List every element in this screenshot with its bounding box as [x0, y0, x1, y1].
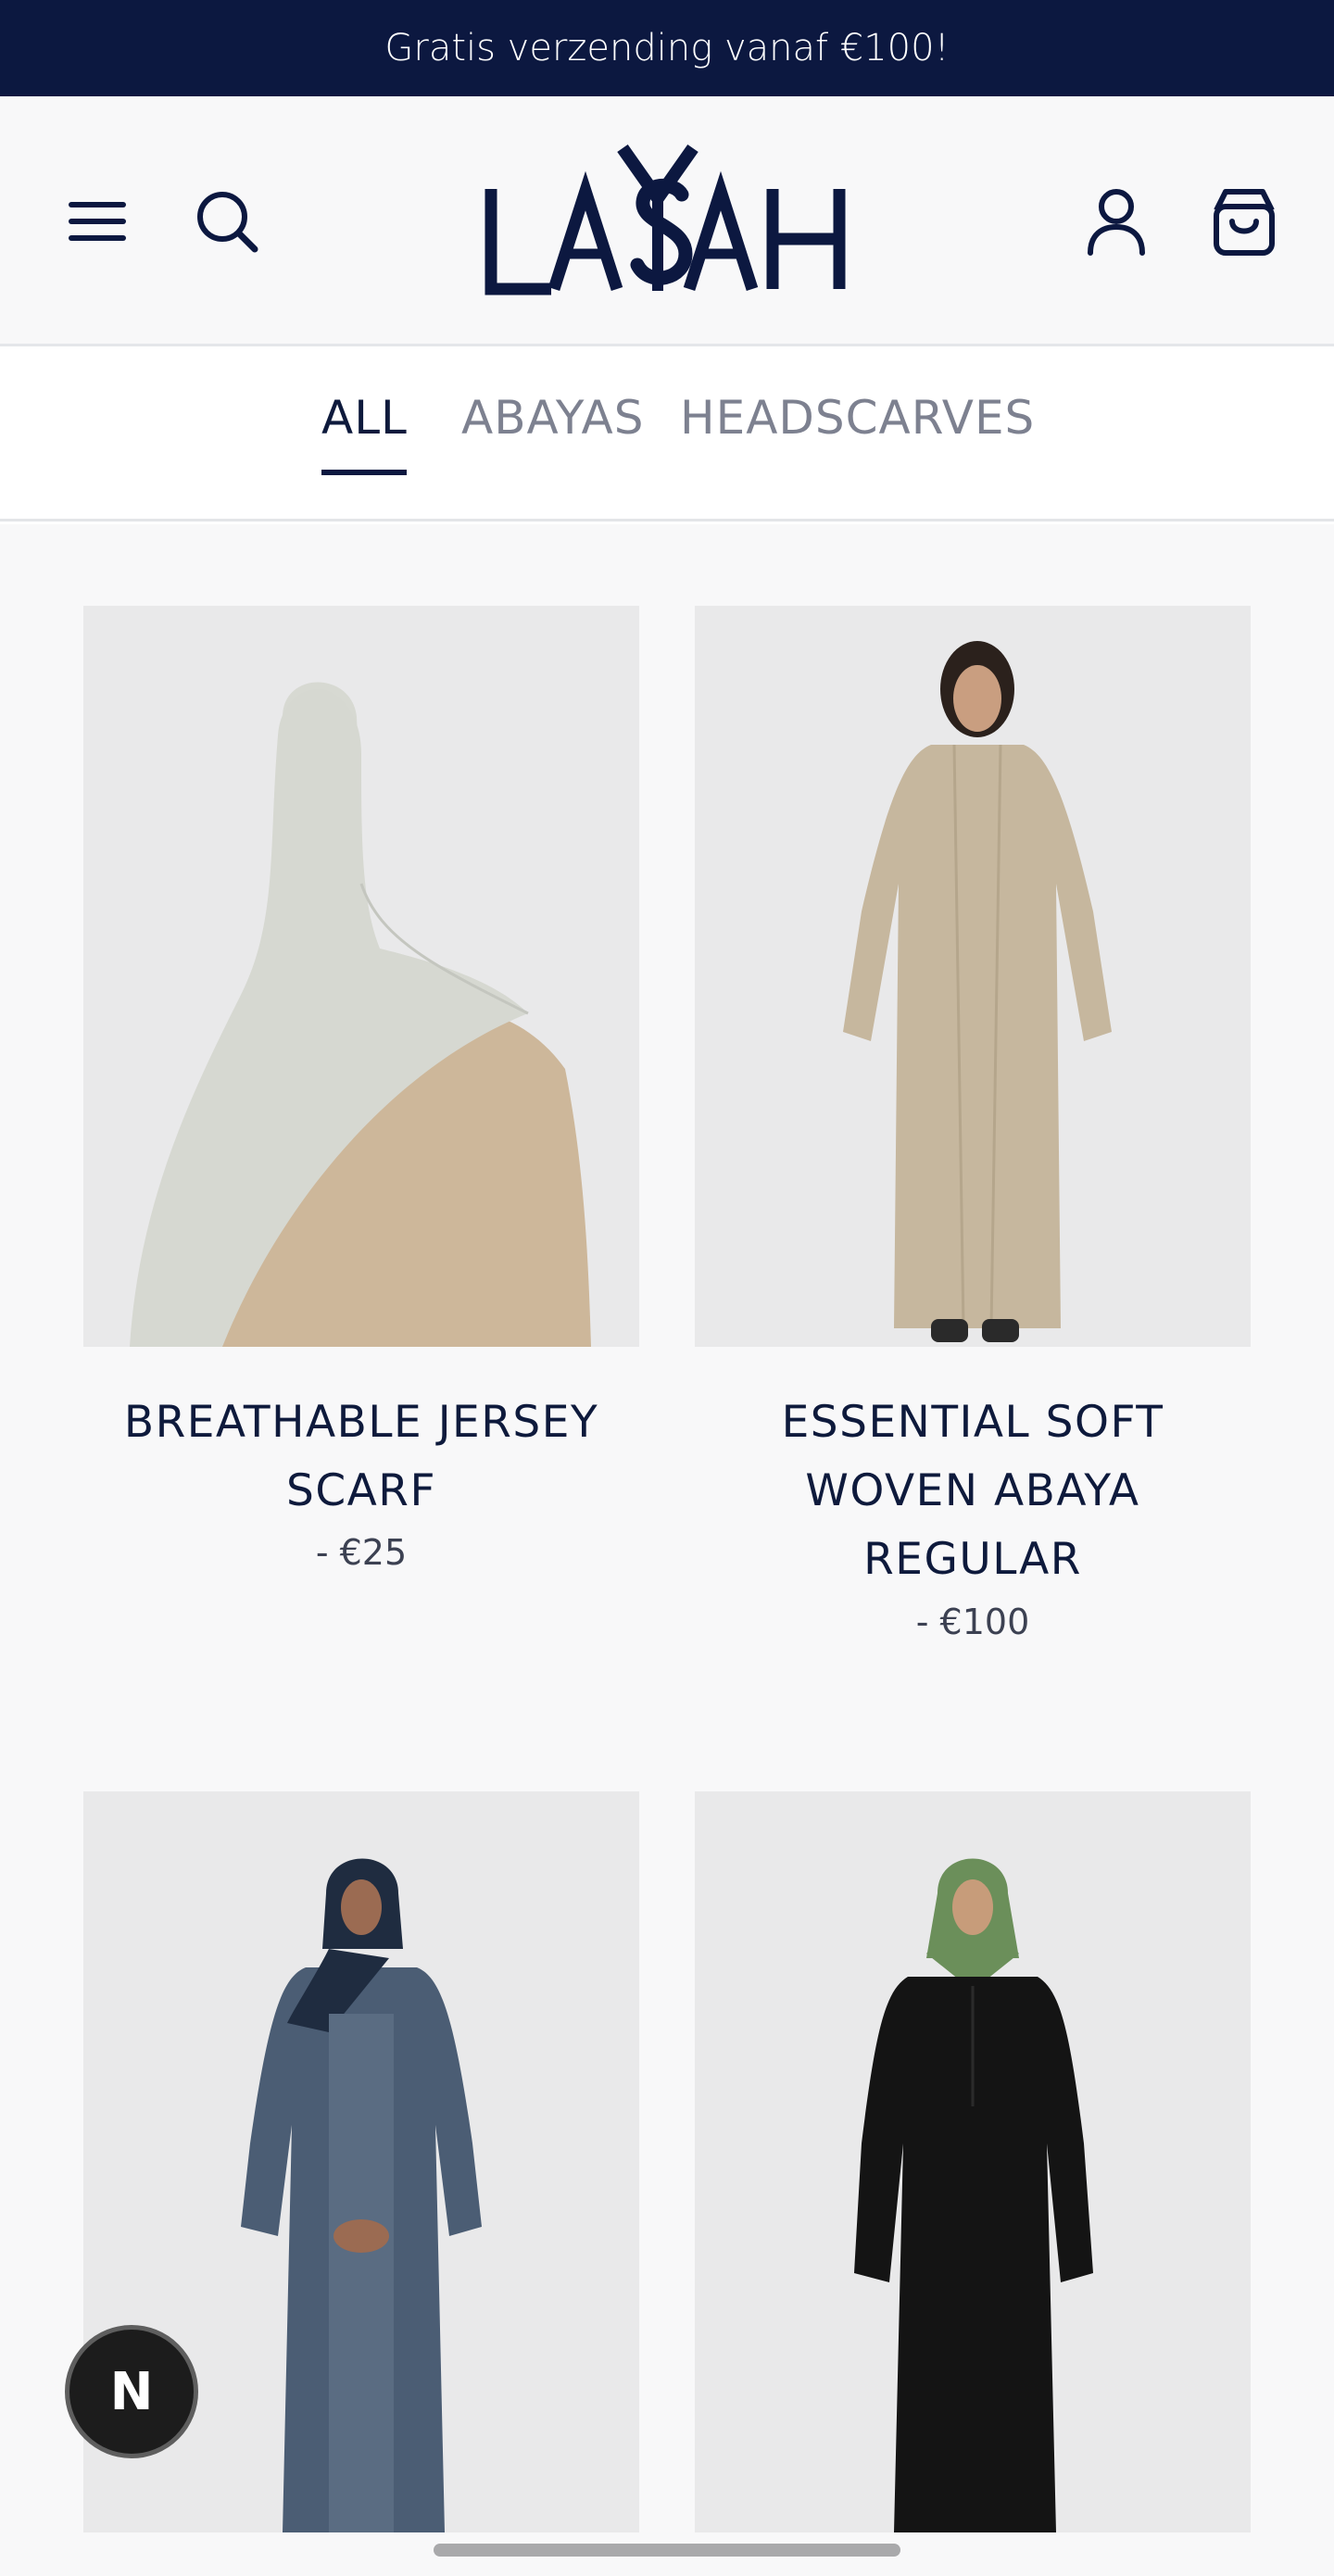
- search-icon: [197, 192, 258, 253]
- active-tab-indicator: [321, 470, 407, 475]
- category-tabs: ALL ABAYAS HEADSCARVES: [0, 349, 1334, 521]
- home-indicator[interactable]: [434, 2544, 900, 2557]
- product-title-line[interactable]: ESSENTIAL SOFT: [695, 1389, 1251, 1457]
- tab-abayas[interactable]: ABAYAS: [461, 391, 644, 465]
- menu-button[interactable]: [56, 180, 139, 263]
- product-grid: BREATHABLE JERSEY SCARF - €25 ESSENTIAL …: [0, 524, 1334, 2576]
- model-black-abaya-illustration: [695, 1791, 1251, 2532]
- product-image-jersey-scarf[interactable]: [83, 606, 639, 1347]
- account-button[interactable]: [1075, 175, 1158, 268]
- product-title-line[interactable]: BREATHABLE JERSEY: [83, 1389, 639, 1457]
- product-title-line[interactable]: SCARF: [83, 1457, 639, 1526]
- product-card[interactable]: BREATHABLE JERSEY SCARF - €25: [83, 606, 639, 1625]
- announcement-text: Gratis verzending vanaf €100!: [384, 27, 950, 69]
- brand-logo[interactable]: [463, 133, 871, 309]
- product-title-line[interactable]: REGULAR: [695, 1526, 1251, 1594]
- site-header: [0, 96, 1334, 346]
- model-abaya-illustration: [695, 606, 1251, 1347]
- announcement-bar: Gratis verzending vanaf €100!: [0, 0, 1334, 96]
- tab-headscarves[interactable]: HEADSCARVES: [680, 391, 1035, 465]
- product-image-soft-woven-abaya[interactable]: [695, 606, 1251, 1347]
- product-price: - €100: [915, 1602, 1030, 1642]
- product-card[interactable]: [695, 1791, 1251, 2532]
- product-image-black-abaya[interactable]: [695, 1791, 1251, 2532]
- product-title-line[interactable]: WOVEN ABAYA: [695, 1457, 1251, 1526]
- shopping-bag-icon: [1213, 189, 1275, 256]
- floating-action-button[interactable]: N: [65, 2325, 198, 2458]
- tab-all[interactable]: ALL: [321, 391, 408, 465]
- user-icon: [1088, 189, 1145, 256]
- fab-label: N: [109, 2361, 154, 2422]
- cart-button[interactable]: [1200, 175, 1288, 268]
- search-button[interactable]: [185, 180, 269, 263]
- model-scarf-illustration: [83, 606, 639, 1347]
- hamburger-menu-icon: [69, 202, 126, 241]
- product-price: - €25: [315, 1532, 408, 1573]
- product-card[interactable]: ESSENTIAL SOFT WOVEN ABAYA REGULAR - €10…: [695, 606, 1251, 1671]
